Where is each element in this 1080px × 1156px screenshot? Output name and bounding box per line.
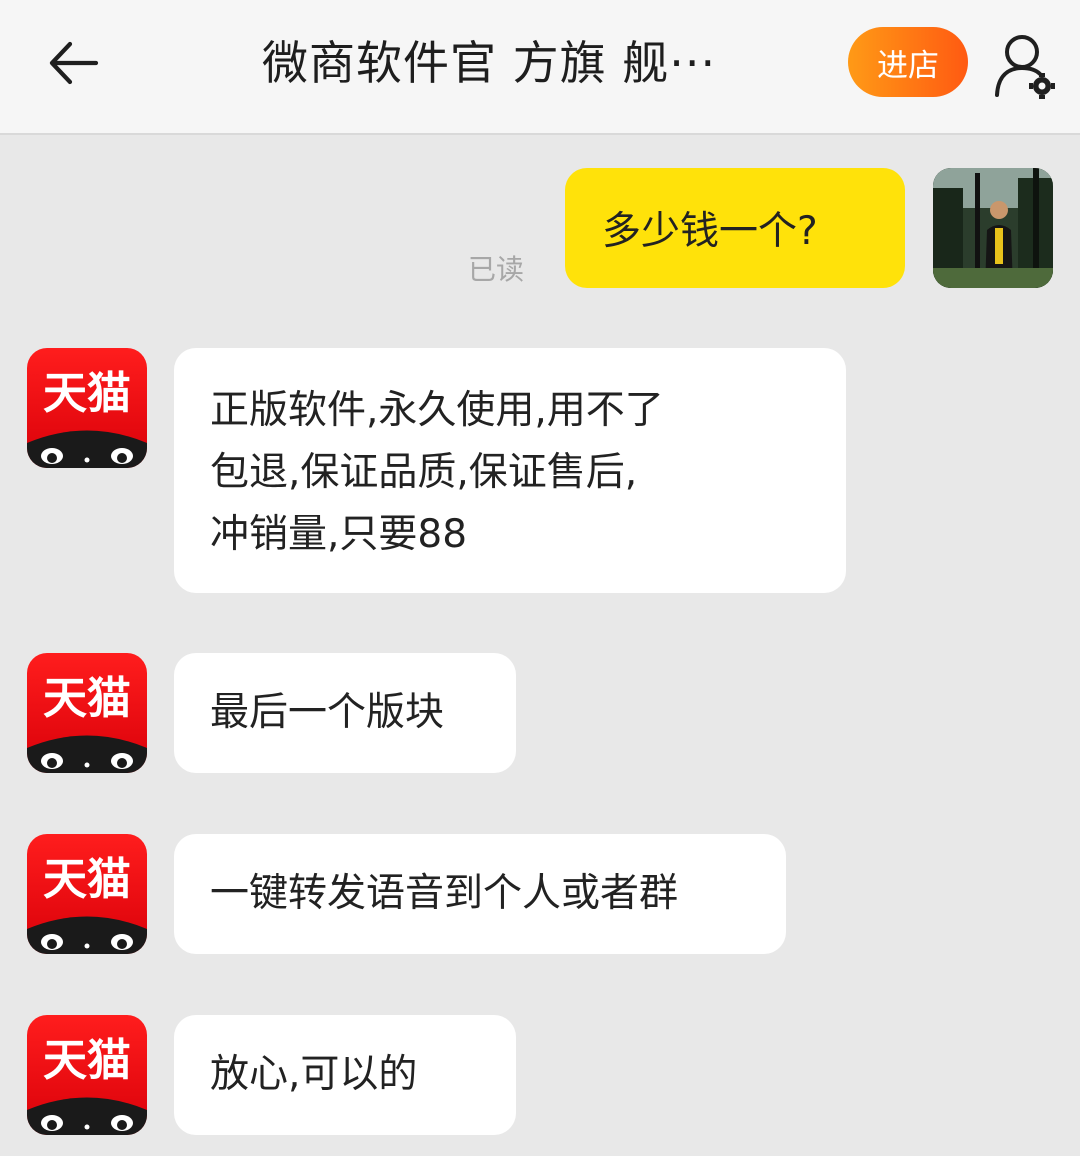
- back-arrow-icon: [49, 41, 99, 85]
- tmall-avatar[interactable]: 天猫: [27, 653, 147, 773]
- tmall-logo-icon: 天猫: [27, 854, 147, 954]
- incoming-message-bubble[interactable]: 一键转发语音到个人或者群: [174, 834, 786, 954]
- enter-store-button[interactable]: 进店: [848, 27, 968, 97]
- chat-title: 微商软件官 方旗 舰···: [262, 36, 717, 90]
- tmall-avatar[interactable]: 天猫: [27, 1015, 147, 1135]
- tmall-avatar[interactable]: 天猫: [27, 348, 147, 468]
- tmall-logo-icon: 天猫: [27, 1035, 147, 1135]
- chat-header: 微商软件官 方旗 舰··· 进店: [0, 0, 1080, 135]
- tmall-logo-icon: 天猫: [27, 368, 147, 468]
- incoming-message-bubble[interactable]: 正版软件,永久使用,用不了 包退,保证品质,保证售后, 冲销量,只要88: [174, 348, 846, 593]
- read-receipt: 已读: [468, 253, 525, 286]
- tmall-avatar[interactable]: 天猫: [27, 834, 147, 954]
- tmall-logo-text: 天猫: [43, 368, 131, 419]
- my-avatar[interactable]: [933, 168, 1053, 288]
- user-photo: [933, 168, 1053, 288]
- tmall-logo-text: 天猫: [43, 854, 131, 905]
- tmall-logo-icon: 天猫: [27, 673, 147, 773]
- incoming-message-bubble[interactable]: 放心,可以的: [174, 1015, 516, 1135]
- tmall-logo-text: 天猫: [43, 1035, 131, 1086]
- incoming-message-bubble[interactable]: 最后一个版块: [174, 653, 516, 773]
- profile-settings-button[interactable]: [992, 30, 1058, 100]
- user-settings-icon: [995, 35, 1055, 99]
- tmall-logo-text: 天猫: [43, 673, 131, 724]
- outgoing-message-bubble[interactable]: 多少钱一个?: [565, 168, 905, 288]
- back-button[interactable]: [38, 30, 108, 96]
